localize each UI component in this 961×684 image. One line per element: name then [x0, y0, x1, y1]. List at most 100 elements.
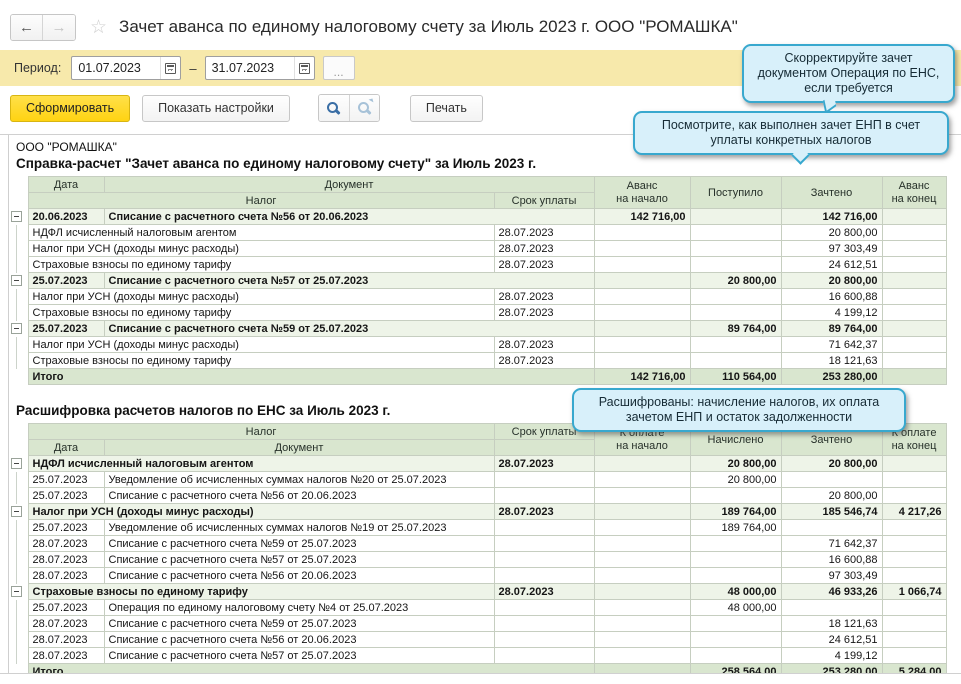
document-detail-row[interactable]: 28.07.2023Списание с расчетного счета №5…: [8, 648, 946, 664]
callout-decoded: Расшифрованы: начисление налогов, их опл…: [572, 388, 906, 432]
tax-detail-row[interactable]: Страховые взносы по единому тарифу28.07.…: [8, 353, 946, 369]
tree-gutter: [8, 568, 28, 584]
tax-detail-row[interactable]: Страховые взносы по единому тарифу28.07.…: [8, 257, 946, 273]
period-to-value[interactable]: 31.07.2023: [206, 61, 294, 75]
period-from-value[interactable]: 01.07.2023: [72, 61, 160, 75]
detail-document: Списание с расчетного счета №57 от 25.07…: [104, 552, 494, 568]
tree-gutter: [8, 520, 28, 536]
tree-gutter: [8, 488, 28, 504]
offset-value: 16 600,88: [781, 289, 882, 305]
detail-date: 28.07.2023: [28, 536, 104, 552]
tax-group-row[interactable]: НДФЛ исчисленный налоговым агентом28.07.…: [8, 456, 946, 472]
accrued-value: 20 800,00: [690, 456, 781, 472]
tree-gutter: [8, 440, 28, 456]
document-detail-row[interactable]: 25.07.2023Операция по единому налоговому…: [8, 600, 946, 616]
collapse-group-icon[interactable]: [11, 458, 22, 469]
col-header-tax: Налог: [28, 193, 494, 209]
document-detail-row[interactable]: 28.07.2023Списание с расчетного счета №5…: [8, 552, 946, 568]
document-detail-row[interactable]: 25.07.2023Уведомление об исчисленных сум…: [8, 520, 946, 536]
group-date: 25.07.2023: [28, 273, 104, 289]
advance-end-value: [882, 241, 946, 257]
tax-detail-row[interactable]: Налог при УСН (доходы минус расходы)28.0…: [8, 241, 946, 257]
tax-detail-row[interactable]: Налог при УСН (доходы минус расходы)28.0…: [8, 289, 946, 305]
detail-date: 25.07.2023: [28, 472, 104, 488]
accrued-value: [690, 536, 781, 552]
offset-value: 97 303,49: [781, 568, 882, 584]
document-detail-row[interactable]: 28.07.2023Списание с расчетного счета №5…: [8, 632, 946, 648]
detail-document: Уведомление об исчисленных суммах налого…: [104, 472, 494, 488]
period-label: Период:: [14, 61, 61, 75]
calendar-picker-button[interactable]: [294, 57, 314, 79]
advance-end-value: [882, 353, 946, 369]
tree-gutter: [8, 289, 28, 305]
tree-gutter: [8, 241, 28, 257]
advance-end-value: [882, 305, 946, 321]
period-more-button[interactable]: ...: [323, 56, 355, 80]
offset-value: 20 800,00: [781, 488, 882, 504]
document-detail-row[interactable]: 25.07.2023Списание с расчетного счета №5…: [8, 488, 946, 504]
collapse-group-icon[interactable]: [11, 211, 22, 222]
payable-start-value: [594, 648, 690, 664]
detail-date: 28.07.2023: [28, 648, 104, 664]
group-due-date: 28.07.2023: [494, 456, 594, 472]
nav-buttons: ← →: [10, 14, 76, 41]
collapse-group-icon[interactable]: [11, 275, 22, 286]
document-detail-row[interactable]: 28.07.2023Списание с расчетного счета №5…: [8, 568, 946, 584]
show-settings-button[interactable]: Показать настройки: [142, 95, 290, 122]
tax-group-row[interactable]: Страховые взносы по единому тарифу28.07.…: [8, 584, 946, 600]
window-header: ← → ☆ Зачет аванса по единому налоговому…: [0, 0, 961, 50]
generate-report-button[interactable]: Сформировать: [10, 95, 130, 122]
search-button-group: [318, 94, 380, 122]
print-button[interactable]: Печать: [410, 95, 483, 122]
tree-gutter: [8, 600, 28, 616]
received-value: [690, 241, 781, 257]
calendar-picker-button[interactable]: [160, 57, 180, 79]
tax-detail-row[interactable]: Страховые взносы по единому тарифу28.07.…: [8, 305, 946, 321]
favorite-star-icon[interactable]: ☆: [90, 16, 107, 39]
due-date: 28.07.2023: [494, 257, 594, 273]
group-document: Списание с расчетного счета №57 от 25.07…: [104, 273, 594, 289]
document-group-row[interactable]: 20.06.2023Списание с расчетного счета №5…: [8, 209, 946, 225]
total-row[interactable]: Итого142 716,00110 564,00253 280,00: [8, 369, 946, 385]
search-next-button[interactable]: [349, 95, 379, 121]
tax-detail-row[interactable]: Налог при УСН (доходы минус расходы)28.0…: [8, 337, 946, 353]
period-to-field[interactable]: 31.07.2023: [205, 56, 315, 80]
collapse-group-icon[interactable]: [11, 323, 22, 334]
payable-end-value: [882, 488, 946, 504]
tree-gutter: [8, 305, 28, 321]
payable-end-value: [882, 568, 946, 584]
tree-gutter: [8, 353, 28, 369]
payable-start-value: [594, 456, 690, 472]
offset-summary-table: Дата Документ Аванс на начало Поступило …: [8, 176, 947, 385]
document-detail-row[interactable]: 25.07.2023Уведомление об исчисленных сум…: [8, 472, 946, 488]
document-detail-row[interactable]: 28.07.2023Списание с расчетного счета №5…: [8, 536, 946, 552]
total-row[interactable]: Итого258 564,00253 280,005 284,00: [8, 664, 946, 675]
detail-date: 25.07.2023: [28, 520, 104, 536]
tax-detail-row[interactable]: НДФЛ исчисленный налоговым агентом28.07.…: [8, 225, 946, 241]
callout-text: Расшифрованы: начисление налогов, их опл…: [599, 395, 880, 424]
table1-title: Справка-расчет "Зачет аванса по единому …: [16, 156, 961, 171]
document-detail-row[interactable]: 28.07.2023Списание с расчетного счета №5…: [8, 616, 946, 632]
tree-gutter: [8, 177, 28, 193]
tree-gutter: [8, 632, 28, 648]
collapse-group-icon[interactable]: [11, 506, 22, 517]
forward-button[interactable]: →: [43, 15, 75, 40]
document-group-row[interactable]: 25.07.2023Списание с расчетного счета №5…: [8, 321, 946, 337]
document-group-row[interactable]: 25.07.2023Списание с расчетного счета №5…: [8, 273, 946, 289]
offset-value: 97 303,49: [781, 241, 882, 257]
back-button[interactable]: ←: [11, 15, 43, 40]
calendar-icon: [165, 63, 176, 74]
payable-end-value: [882, 472, 946, 488]
collapse-group-icon[interactable]: [11, 586, 22, 597]
search-button[interactable]: [319, 95, 349, 121]
search-repeat-icon: [357, 101, 372, 116]
callout-text: Скорректируйте зачет документом Операция…: [758, 51, 940, 95]
period-from-field[interactable]: 01.07.2023: [71, 56, 181, 80]
detail-document: Списание с расчетного счета №59 от 25.07…: [104, 536, 494, 552]
payable-start-value: [594, 536, 690, 552]
col-header-empty: [494, 440, 594, 456]
offset-value: 89 764,00: [781, 321, 882, 337]
tax-group-row[interactable]: Налог при УСН (доходы минус расходы)28.0…: [8, 504, 946, 520]
col-header-advance-end: Аванс на конец: [882, 177, 946, 209]
payable-end-value: [882, 456, 946, 472]
